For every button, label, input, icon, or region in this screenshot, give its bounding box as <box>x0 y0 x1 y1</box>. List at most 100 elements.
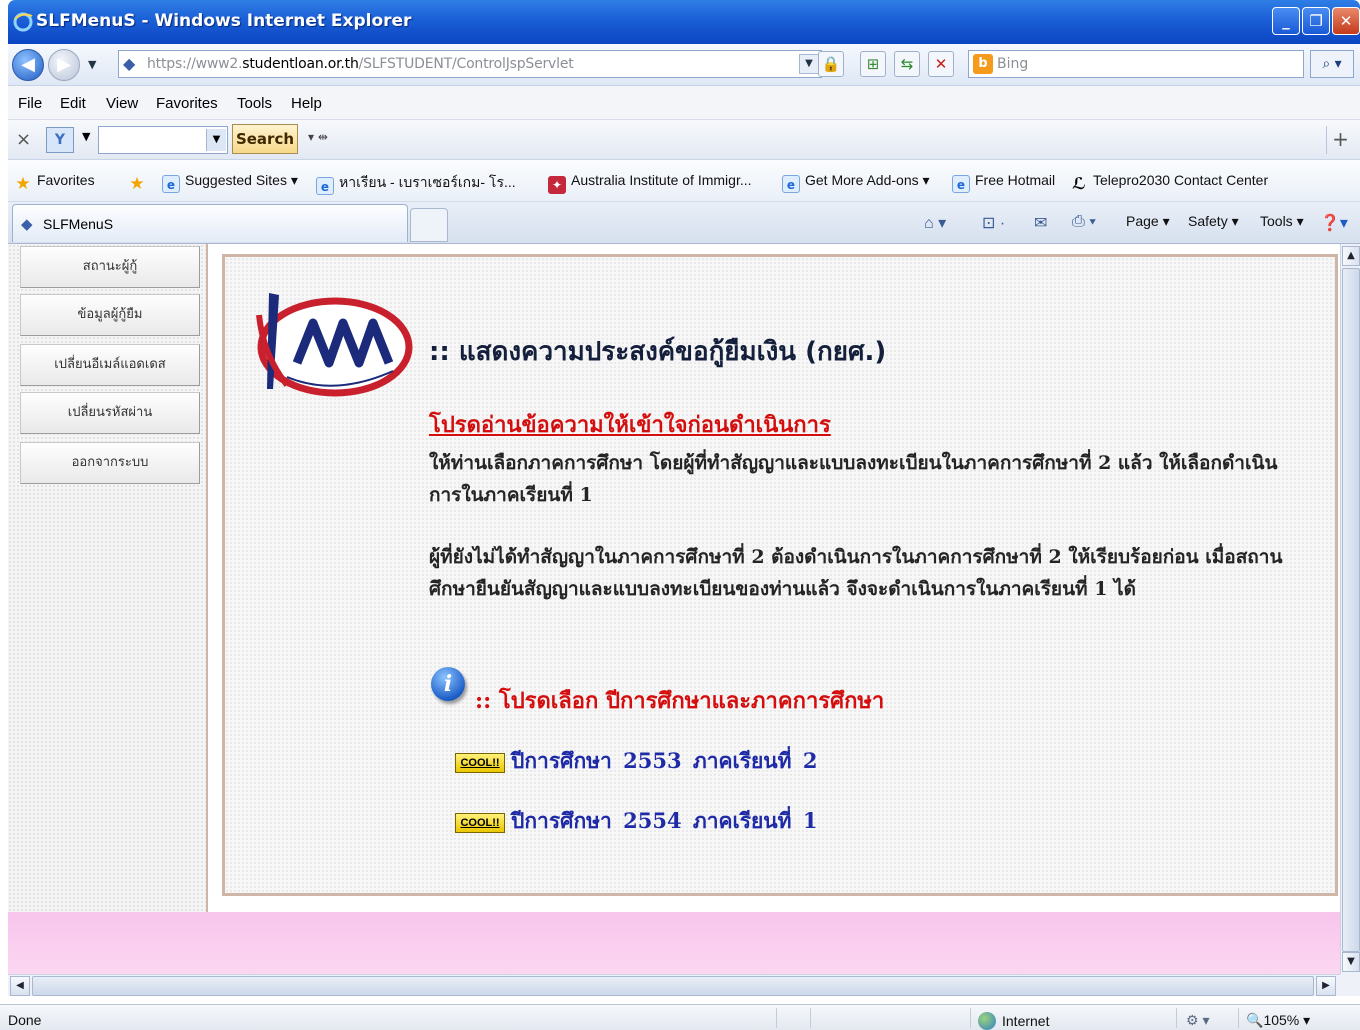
sidebar-menu: สถานะผู้กู้ ข้อมูลผู้กู้ยืม เปลี่ยนอีเมล… <box>8 244 208 912</box>
add-toolbar-icon[interactable]: + <box>1326 126 1354 154</box>
slf-logo <box>256 293 413 397</box>
tab-label: SLFMenuS <box>43 216 114 232</box>
page-viewport: สถานะผู้กู้ ข้อมูลผู้กู้ยืม เปลี่ยนอีเมล… <box>8 244 1340 974</box>
mail-icon[interactable]: ✉ <box>1034 213 1047 233</box>
sidebar-item-logout[interactable]: ออกจากระบบ <box>20 442 200 484</box>
notice-text: โปรดอ่านข้อความให้เข้าใจก่อนดำเนินการ <box>429 412 831 438</box>
term-link-2553-2[interactable]: COOL!! ปีการศึกษา 2553 ภาคเรียนที่ 2 <box>455 745 817 778</box>
feeds-icon[interactable]: ⊡ · <box>982 213 1005 233</box>
horizontal-scroll-thumb[interactable] <box>32 976 1314 996</box>
address-toolbar: ◀ ▶ ▼ ◆ https://www2.studentloan.or.th/S… <box>8 44 1360 86</box>
instruction-paragraph-1: ให้ท่านเลือกภาคการศึกษา โดยผู้ที่ทำสัญญา… <box>429 452 1278 506</box>
menu-help[interactable]: Help <box>291 95 322 112</box>
select-term-title: :: โปรดเลือก ปีการศึกษาและภาคการศึกษา <box>475 688 885 714</box>
url-domain: studentloan.or.th <box>242 56 359 72</box>
toolbar-search-button[interactable]: Search <box>232 124 298 154</box>
tab-row: ◆ SLFMenuS ⌂ ▾ ⊡ · ✉ ⎙ ▾ Page ▾ Safety ▾… <box>8 202 1360 244</box>
fav-australia-institute[interactable]: ✦ Australia Institute of Immigr... <box>548 172 752 194</box>
fav-thai-games[interactable]: e หาเรียน - เบราเซอร์เกม- โร... <box>316 172 516 195</box>
cool-badge-icon: COOL!! <box>455 813 505 833</box>
add-favorite-icon[interactable]: ★ <box>128 172 151 193</box>
sidebar-item-loan-status[interactable]: สถานะผู้กู้ <box>20 246 200 288</box>
new-tab-button[interactable] <box>410 208 448 242</box>
status-separator <box>810 1008 811 1028</box>
site-favicon-icon: ◆ <box>123 54 136 73</box>
vertical-scrollbar[interactable]: ▲ ▼ <box>1340 244 1360 974</box>
scroll-down-icon[interactable]: ▼ <box>1342 952 1360 972</box>
url-path: /SLFSTUDENT/ControlJspServlet <box>358 56 574 72</box>
scroll-right-icon[interactable]: ▶ <box>1316 976 1336 996</box>
menu-tools[interactable]: Tools <box>237 95 272 112</box>
address-field[interactable]: ◆ https://www2.studentloan.or.th/SLFSTUD… <box>118 50 822 78</box>
search-toolbar: × Y ▼ ▼ Search ▾ ⇹ + <box>8 120 1360 160</box>
page-menu[interactable]: Page ▾ <box>1126 213 1170 230</box>
menu-file[interactable]: File <box>18 95 42 112</box>
favorites-label: Favorites <box>37 172 95 188</box>
menu-edit[interactable]: Edit <box>60 95 86 112</box>
search-box[interactable]: b Bing <box>968 50 1304 78</box>
vertical-scroll-thumb[interactable] <box>1342 268 1360 952</box>
fav-label: Telepro2030 Contact Center <box>1093 172 1269 188</box>
search-go-button[interactable]: ⌕ ▾ <box>1310 50 1354 78</box>
compatibility-view-icon[interactable]: ⊞ <box>860 51 886 77</box>
minimize-button[interactable]: _ <box>1272 7 1300 35</box>
url-text[interactable]: https://www2.studentloan.or.th/SLFSTUDEN… <box>147 56 574 72</box>
status-separator <box>1238 1008 1239 1028</box>
address-dropdown-icon[interactable]: ▼ <box>799 54 819 74</box>
instruction-paragraph-2: ผู้ที่ยังไม่ได้ทำสัญญาในภาคการศึกษาที่ 2… <box>429 546 1283 600</box>
sidebar-item-borrower-info[interactable]: ข้อมูลผู้กู้ยืม <box>20 294 200 336</box>
flag-icon: ✦ <box>548 176 566 194</box>
favorites-bar: ★ Favorites ★ e Suggested Sites ▾ e หาเรียน… <box>8 160 1360 202</box>
stop-icon[interactable]: ✕ <box>928 51 954 77</box>
scroll-up-icon[interactable]: ▲ <box>1342 246 1360 266</box>
toolbar-logo-icon[interactable]: Y <box>46 127 74 153</box>
help-icon[interactable]: ❓▾ <box>1320 213 1348 233</box>
menu-bar: File Edit View Favorites Tools Help <box>8 86 1360 120</box>
close-toolbar-icon[interactable]: × <box>16 129 31 150</box>
fav-label: Suggested Sites ▾ <box>185 172 298 188</box>
restore-button[interactable]: ❐ <box>1302 7 1330 35</box>
close-button[interactable]: ✕ <box>1332 7 1360 35</box>
toolbar-more-icon[interactable]: ▾ ⇹ <box>308 130 328 144</box>
footer-strip <box>8 912 1340 974</box>
favorites-button[interactable]: ★ Favorites <box>14 172 95 193</box>
forward-button[interactable]: ▶ <box>48 49 80 81</box>
fav-get-addons[interactable]: e Get More Add-ons ▾ <box>782 172 930 193</box>
protected-mode-icon[interactable]: ⚙ ▾ <box>1186 1012 1209 1029</box>
window-title: SLFMenuS - Windows Internet Explorer <box>36 11 412 31</box>
back-arrow-icon: ◀ <box>21 54 35 75</box>
back-button[interactable]: ◀ <box>12 49 44 81</box>
safety-menu[interactable]: Safety ▾ <box>1188 213 1239 230</box>
history-dropdown-icon[interactable]: ▼ <box>88 58 96 71</box>
tab-slfmenus[interactable]: ◆ SLFMenuS <box>12 204 408 242</box>
status-separator <box>970 1008 971 1028</box>
scroll-left-icon[interactable]: ◀ <box>10 976 30 996</box>
sidebar-item-change-password[interactable]: เปลี่ยนรหัสผ่าน <box>20 392 200 434</box>
refresh-icon[interactable]: ⇆ <box>894 51 920 77</box>
fav-telepro[interactable]: ℒ Telepro2030 Contact Center <box>1070 172 1268 193</box>
zoom-control[interactable]: 🔍105% ▾ <box>1246 1012 1310 1029</box>
toolbar-search-dropdown-icon[interactable]: ▼ <box>206 129 226 151</box>
lock-icon[interactable]: 🔒 <box>818 51 844 77</box>
print-icon[interactable]: ⎙ ▾ <box>1072 213 1096 231</box>
home-icon[interactable]: ⌂ ▾ <box>924 213 946 233</box>
forward-arrow-icon: ▶ <box>57 54 71 75</box>
menu-view[interactable]: View <box>106 95 138 112</box>
toolbar-search-input[interactable]: ▼ <box>98 126 228 154</box>
telepro-icon: ℒ <box>1072 174 1086 193</box>
ie-page-icon: e <box>952 175 970 193</box>
sidebar-item-change-email[interactable]: เปลี่ยนอีเมล์แอดเดส <box>20 344 200 386</box>
menu-favorites[interactable]: Favorites <box>156 95 218 112</box>
url-prefix: https://www2. <box>147 56 243 72</box>
fav-free-hotmail[interactable]: e Free Hotmail <box>952 172 1055 193</box>
info-icon: i <box>431 667 465 701</box>
status-separator <box>1176 1008 1177 1028</box>
toolbar-dropdown-icon[interactable]: ▼ <box>82 130 90 143</box>
ie-page-icon: e <box>162 175 180 193</box>
fav-label: Free Hotmail <box>975 172 1056 188</box>
tools-menu[interactable]: Tools ▾ <box>1260 213 1304 230</box>
term-link-2554-1[interactable]: COOL!! ปีการศึกษา 2554 ภาคเรียนที่ 1 <box>455 805 817 838</box>
security-zone[interactable]: Internet <box>978 1012 1049 1030</box>
horizontal-scrollbar[interactable]: ◀ ▶ <box>8 974 1340 996</box>
fav-suggested-sites[interactable]: e Suggested Sites ▾ <box>162 172 298 193</box>
